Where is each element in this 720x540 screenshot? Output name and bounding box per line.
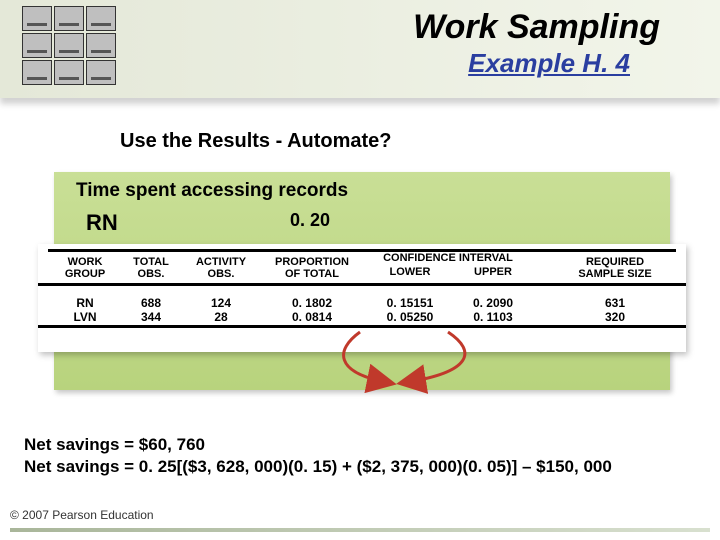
- rn-label: RN: [86, 210, 118, 236]
- panel-title: Time spent accessing records: [76, 180, 348, 202]
- header: Work Sampling Example H. 4: [0, 0, 720, 98]
- arrows-icon: [330, 326, 490, 402]
- savings-line-1: Net savings = $60, 760: [24, 434, 612, 456]
- savings-lines: Net savings = $60, 760 Net savings = 0. …: [24, 434, 612, 478]
- cell-group: RNLVN: [54, 296, 116, 324]
- cell-lower: 0. 151510. 05250: [368, 296, 452, 324]
- cell-proportion: 0. 18020. 0814: [266, 296, 358, 324]
- section-heading: Use the Results - Automate?: [120, 130, 392, 153]
- th-conf-interval: CONFIDENCE INTERVAL: [368, 252, 528, 264]
- th-upper: UPPER: [458, 266, 528, 278]
- cell-total: 688344: [122, 296, 180, 324]
- footer-bar: [10, 528, 710, 532]
- table-header-row: WORKGROUP TOTALOBS. ACTIVITYOBS. PROPORT…: [38, 252, 686, 286]
- th-work-group: WORKGROUP: [54, 256, 116, 280]
- th-activity-obs: ACTIVITYOBS.: [186, 256, 256, 280]
- cell-required: 631320: [568, 296, 662, 324]
- th-lower: LOWER: [368, 266, 452, 278]
- slide-subtitle: Example H. 4: [468, 48, 630, 79]
- slide: Work Sampling Example H. 4 Use the Resul…: [0, 0, 720, 540]
- table-body: RNLVN 688344 12428 0. 18020. 0814 0. 151…: [38, 292, 686, 328]
- th-required: REQUIREDSAMPLE SIZE: [568, 256, 662, 280]
- th-total-obs: TOTALOBS.: [122, 256, 180, 280]
- cell-upper: 0. 20900. 1103: [458, 296, 528, 324]
- rn-value: 0. 20: [290, 210, 330, 231]
- th-proportion: PROPORTIONOF TOTAL: [266, 256, 358, 280]
- filing-cabinet-icon: [22, 6, 118, 88]
- cell-activity: 12428: [186, 296, 256, 324]
- copyright: © 2007 Pearson Education: [10, 508, 154, 522]
- slide-title: Work Sampling: [413, 8, 660, 47]
- savings-line-2: Net savings = 0. 25[($3, 628, 000)(0. 15…: [24, 456, 612, 478]
